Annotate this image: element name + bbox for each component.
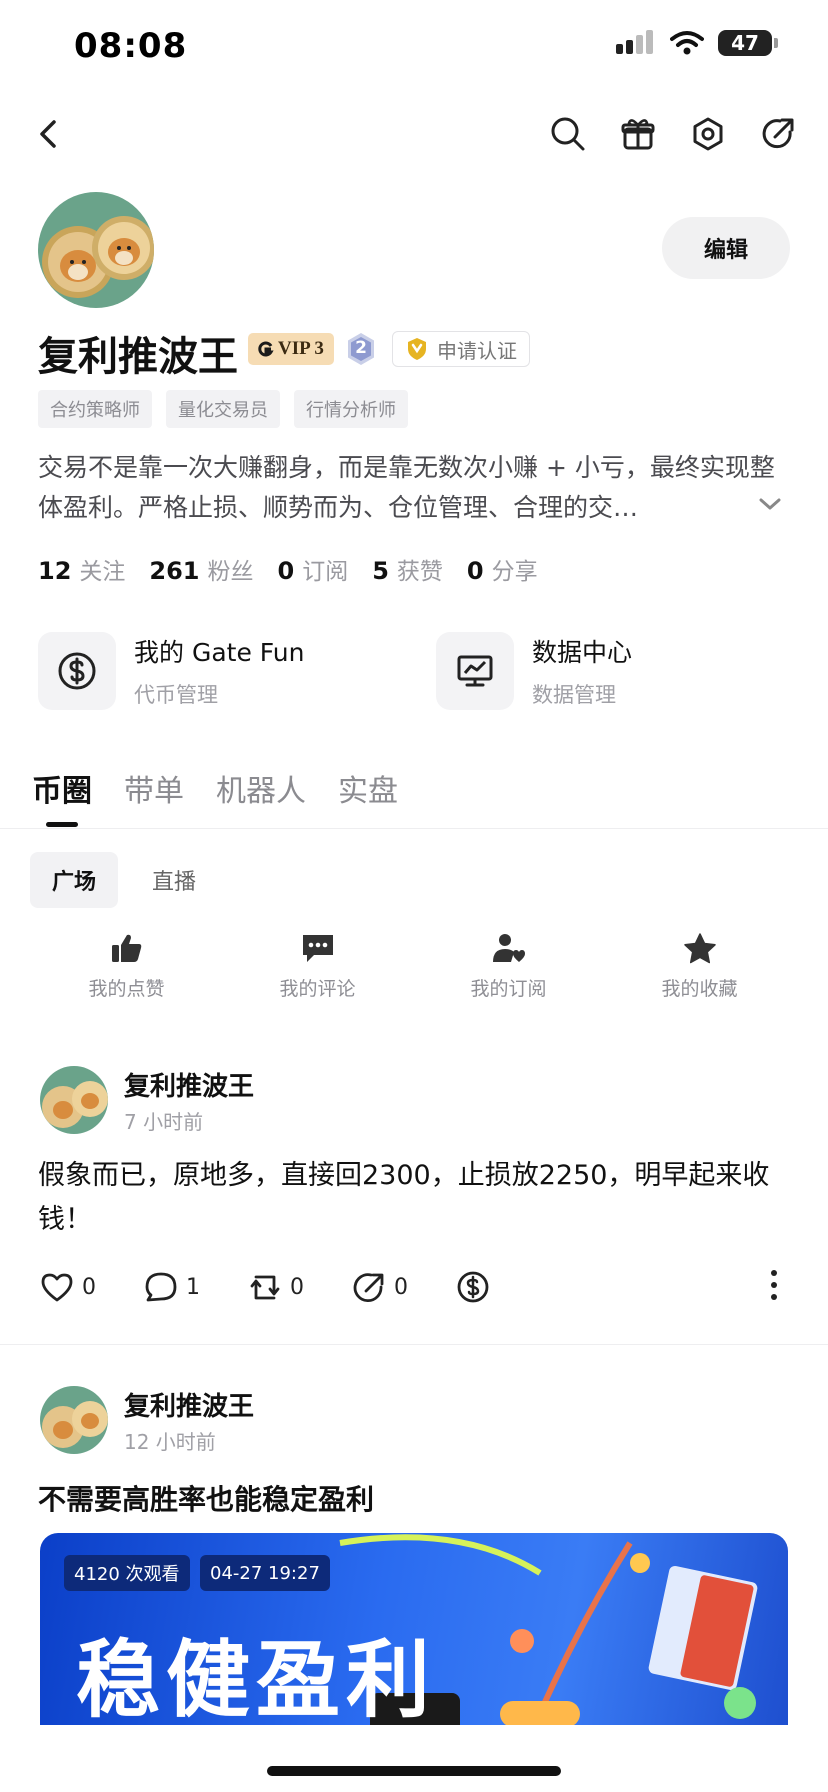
quick-label: 我的点赞	[88, 978, 165, 1000]
repost-count: 0	[290, 1274, 304, 1300]
home-indicator	[267, 1766, 561, 1776]
profile-tag: 量化交易员	[166, 390, 280, 428]
profile-name: 复利推波王	[38, 334, 238, 380]
comment-button[interactable]: 1	[144, 1271, 248, 1303]
comment-icon	[302, 935, 333, 962]
star-icon	[683, 933, 716, 964]
profile-tag: 合约策略师	[38, 390, 152, 428]
profile-bio: 交易不是靠一次大赚翻身，而是靠无数次小赚 + 小亏，最终实现整体盈利。严格止损、…	[38, 453, 775, 522]
repost-icon	[250, 1275, 280, 1300]
stat-likes[interactable]: 5 获赞	[372, 552, 443, 586]
post-title[interactable]: 不需要高胜率也能稳定盈利	[38, 1478, 374, 1518]
quick-label: 我的订阅	[470, 978, 547, 1000]
post-text[interactable]: 假象而已，原地多，直接回2300，止损放2250，明早起来收钱！	[38, 1154, 788, 1242]
dollar-coin-icon	[38, 632, 116, 710]
date-badge: 04-27 19:27	[200, 1555, 330, 1591]
my-likes-button[interactable]: 我的点赞	[31, 932, 222, 1001]
divider	[0, 828, 828, 829]
post-time: 7 小时前	[124, 1110, 204, 1134]
chevron-down-icon[interactable]	[758, 496, 782, 516]
edit-profile-button[interactable]: 编辑	[662, 217, 790, 279]
active-tab-indicator	[46, 822, 78, 827]
tab-bots[interactable]: 机器人	[216, 766, 306, 810]
level-badge[interactable]: 2	[346, 332, 376, 366]
share-arrow-icon	[353, 1273, 384, 1303]
profile-avatar[interactable]	[38, 192, 154, 308]
wifi-icon	[670, 31, 704, 55]
stat-shares[interactable]: 0 分享	[467, 552, 538, 586]
post-divider	[0, 1344, 828, 1345]
apply-verify-button[interactable]: 申请认证	[392, 331, 530, 367]
share-count: 0	[394, 1274, 408, 1300]
settings-hexagon-icon[interactable]	[686, 112, 730, 156]
heart-icon	[41, 1273, 73, 1302]
profile-tags: 合约策略师 量化交易员 行情分析师	[38, 390, 408, 428]
like-button[interactable]: 0	[40, 1271, 144, 1303]
stat-followers[interactable]: 261 粉丝	[149, 552, 253, 586]
vip-logo-icon	[258, 341, 274, 357]
tip-button[interactable]	[456, 1270, 560, 1304]
status-time: 08:08	[74, 26, 188, 66]
view-count-badge: 4120 次观看	[64, 1555, 190, 1591]
card-subtitle: 代币管理	[134, 683, 218, 707]
comment-bubble-icon	[145, 1272, 177, 1302]
tab-copy-trading[interactable]: 带单	[124, 766, 184, 810]
verify-label: 申请认证	[437, 338, 517, 363]
subscribe-icon	[492, 934, 525, 962]
card-title: 数据中心	[532, 638, 633, 667]
my-favorites-button[interactable]: 我的收藏	[604, 932, 795, 1001]
my-subscriptions-button[interactable]: 我的订阅	[413, 932, 604, 1001]
like-count: 0	[82, 1274, 96, 1300]
tab-crypto-circle[interactable]: 币圈	[32, 766, 92, 810]
chart-monitor-icon	[436, 632, 514, 710]
subtab-live[interactable]: 直播	[130, 852, 218, 908]
post-author-name[interactable]: 复利推波王	[124, 1386, 254, 1423]
profile-tag: 行情分析师	[294, 390, 408, 428]
post-actions: 0 1 0 0	[40, 1270, 560, 1304]
back-icon[interactable]	[26, 112, 70, 156]
signal-icon	[616, 30, 653, 54]
post-banner-image[interactable]: 4120 次观看 04-27 19:27 稳健盈利	[40, 1533, 788, 1725]
share-post-button[interactable]: 0	[352, 1271, 456, 1303]
profile-stats: 12 关注 261 粉丝 0 订阅 5 获赞 0 分享	[38, 552, 538, 586]
banner-headline: 稳健盈利	[76, 1631, 437, 1725]
verify-shield-icon	[408, 338, 426, 360]
status-icons: 47	[616, 30, 778, 56]
my-comments-button[interactable]: 我的评论	[222, 932, 413, 1001]
post-author-avatar[interactable]	[40, 1386, 108, 1454]
gift-icon[interactable]	[616, 112, 660, 156]
post-author-name[interactable]: 复利推波王	[124, 1066, 254, 1103]
quick-actions: 我的点赞 我的评论 我的订阅 我的收藏	[0, 932, 828, 1001]
vip-label: VIP 3	[278, 338, 324, 359]
post-time: 12 小时前	[124, 1430, 216, 1454]
quick-label: 我的评论	[279, 978, 356, 1000]
repost-button[interactable]: 0	[248, 1271, 352, 1303]
post-author-avatar[interactable]	[40, 1066, 108, 1134]
share-icon[interactable]	[756, 112, 800, 156]
dollar-circle-icon	[457, 1271, 489, 1303]
level-number: 2	[355, 338, 367, 358]
tab-live-account[interactable]: 实盘	[338, 766, 398, 810]
card-subtitle: 数据管理	[532, 683, 616, 707]
card-title: 我的 Gate Fun	[134, 638, 305, 667]
subtab-square[interactable]: 广场	[30, 852, 119, 908]
more-options-icon[interactable]	[768, 1268, 780, 1306]
thumbs-up-icon	[111, 934, 141, 962]
vip-badge[interactable]: VIP 3	[248, 333, 334, 365]
stat-following[interactable]: 12 关注	[38, 552, 125, 586]
gate-fun-card[interactable]: 我的 Gate Fun 代币管理	[38, 632, 304, 710]
stat-subscriptions[interactable]: 0 订阅	[278, 552, 349, 586]
comment-count: 1	[186, 1274, 200, 1300]
battery-indicator: 47	[718, 30, 778, 56]
main-tabs: 币圈 带单 机器人 实盘	[32, 766, 398, 810]
data-center-card[interactable]: 数据中心 数据管理	[436, 632, 632, 710]
sub-tabs: 广场 直播	[30, 852, 218, 908]
quick-label: 我的收藏	[661, 978, 738, 1000]
search-icon[interactable]	[546, 112, 590, 156]
